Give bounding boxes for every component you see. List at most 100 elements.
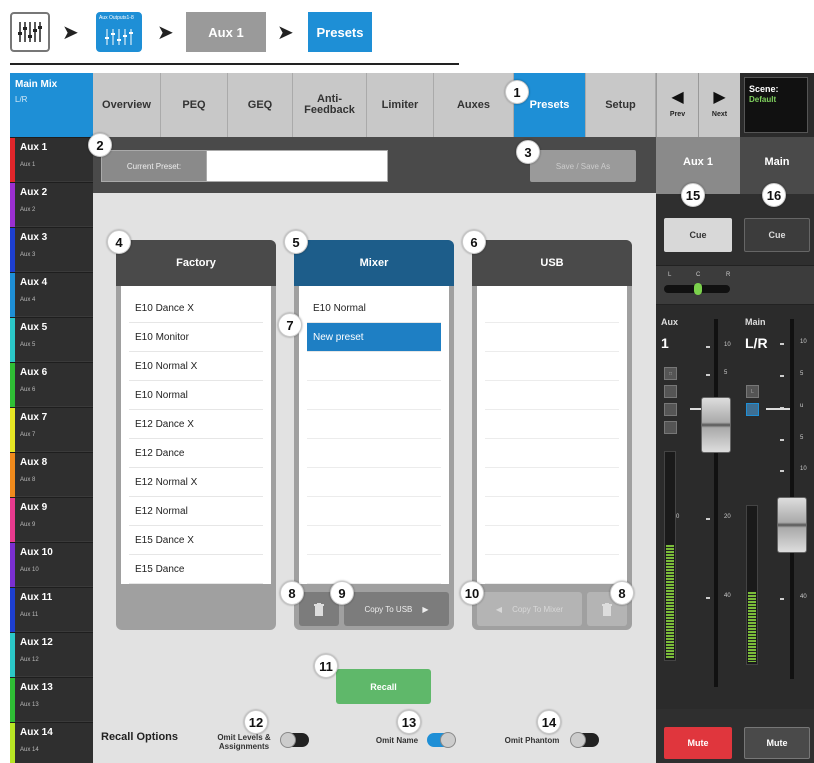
strip-button[interactable] [664, 385, 677, 398]
mixer-icon[interactable] [10, 12, 50, 52]
preset-list-item[interactable]: E12 Dance [129, 439, 263, 468]
sidebar-item-aux[interactable]: Aux 4 Aux 4 [10, 272, 93, 317]
trash-icon [314, 602, 324, 616]
sidebar-item-aux[interactable]: Aux 8 Aux 8 [10, 452, 93, 497]
prev-button[interactable]: ◀ Prev [656, 73, 698, 137]
list-divider [485, 322, 619, 323]
sidebar-item-title: Aux 3 [20, 232, 48, 243]
sidebar-item-color [10, 453, 15, 497]
sidebar-item-aux[interactable]: Aux 12 Aux 12 [10, 632, 93, 677]
fader-scale-tick [706, 346, 710, 348]
pan-right-label: R [726, 272, 731, 278]
app-window: Main Mix L/R Aux 1 Aux 1 Aux 2 Aux 2 Aux 3 Au… [10, 73, 814, 763]
sidebar-item-color [10, 183, 15, 227]
callout-marker: 6 [462, 230, 486, 254]
callout-marker: 16 [762, 183, 786, 207]
fader-scale-tick [706, 518, 710, 520]
preset-list-item[interactable]: New preset [307, 323, 441, 352]
copy-to-mixer-button[interactable]: ◀ Copy To Mixer [477, 592, 582, 626]
preset-list-item[interactable]: E10 Normal [307, 294, 441, 323]
sidebar-item-aux[interactable]: Aux 6 Aux 6 [10, 362, 93, 407]
fader-scale-label: 20 [724, 514, 731, 520]
sidebar-item-color [10, 723, 15, 763]
sidebar-item-title: Aux 6 [20, 367, 48, 378]
pan-center-label: C [696, 272, 701, 278]
aux-outputs-icon[interactable]: Aux Outputs1-8 [96, 12, 142, 52]
preset-list-item[interactable]: E15 Dance [129, 555, 263, 584]
strip-button[interactable]: □ [664, 367, 677, 380]
strip-button[interactable] [746, 403, 759, 416]
sidebar-item-aux[interactable]: Aux 11 Aux 11 [10, 587, 93, 632]
copy-to-mixer-label: Copy To Mixer [512, 604, 564, 614]
preset-list-item[interactable]: E10 Monitor [129, 323, 263, 352]
cue-button[interactable]: Cue [744, 218, 810, 252]
triangle-left-icon: ◀ [495, 604, 503, 614]
sidebar-item-aux[interactable]: Aux 14 Aux 14 [10, 722, 93, 763]
strip-button[interactable] [664, 403, 677, 416]
omit-name-toggle[interactable] [427, 732, 456, 748]
sidebar-item-sub: Aux 1 [20, 162, 36, 168]
next-button[interactable]: ▶ Next [698, 73, 740, 137]
copy-to-usb-button[interactable]: Copy To USB ▶ [344, 592, 449, 626]
omit-phantom-toggle[interactable] [570, 732, 599, 748]
scene-button[interactable]: Scene: Default [744, 77, 808, 133]
mute-button[interactable]: Mute [744, 727, 810, 759]
preset-list-item[interactable]: E15 Dance X [129, 526, 263, 555]
strip-button[interactable]: L [746, 385, 759, 398]
sidebar-item-main-mix[interactable]: Main Mix L/R [10, 73, 93, 137]
sidebar-item-aux[interactable]: Aux 10 Aux 10 [10, 542, 93, 587]
factory-panel: Factory E10 Dance X E10 Monitor E10 Normal… [116, 240, 276, 630]
save-as-button[interactable]: Save / Save As [530, 150, 636, 182]
callout-marker: 14 [537, 710, 561, 734]
callout-marker: 15 [681, 183, 705, 207]
usb-header: USB [472, 240, 632, 286]
tab-auxes[interactable]: Auxes [434, 73, 514, 137]
preset-list-item[interactable]: E12 Normal [129, 497, 263, 526]
sidebar-item-sub: Aux 9 [20, 522, 36, 528]
preset-list-item[interactable]: E12 Normal X [129, 468, 263, 497]
sidebar-item-aux[interactable]: Aux 2 Aux 2 [10, 182, 93, 227]
preset-list-item[interactable]: E10 Normal [129, 381, 263, 410]
mute-button[interactable]: Mute [664, 727, 732, 759]
preset-list-item[interactable]: E12 Dance X [129, 410, 263, 439]
sidebar-item-aux[interactable]: Aux 1 Aux 1 [10, 137, 93, 182]
tab-setup[interactable]: Setup [586, 73, 656, 137]
callout-marker: 12 [244, 710, 268, 734]
cue-button[interactable]: Cue [664, 218, 732, 252]
tab-limiter[interactable]: Limiter [367, 73, 434, 137]
list-divider [307, 583, 441, 584]
sidebar-item-color [10, 498, 15, 542]
sidebar-item-sub: Aux 7 [20, 432, 36, 438]
sidebar-item-title: Aux 7 [20, 412, 48, 423]
fader-knob[interactable] [777, 497, 807, 553]
recall-button[interactable]: Recall [336, 669, 431, 704]
sidebar-item-color [10, 678, 15, 722]
list-divider [485, 409, 619, 410]
tab-overview[interactable]: Overview [93, 73, 161, 137]
sidebar: Main Mix L/R Aux 1 Aux 1 Aux 2 Aux 2 Aux 3 Au… [10, 73, 93, 763]
tab-anti-feedback[interactable]: Anti- Feedback [293, 73, 367, 137]
fader-knob[interactable] [701, 397, 731, 453]
strip-button[interactable] [664, 421, 677, 434]
triangle-right-icon: ▶ [422, 604, 429, 614]
pan-slider-handle[interactable] [694, 283, 702, 295]
sidebar-item-title: Main Mix [15, 79, 58, 90]
tab-geq[interactable]: GEQ [228, 73, 293, 137]
sidebar-item-aux[interactable]: Aux 9 Aux 9 [10, 497, 93, 542]
preset-list-item[interactable]: E10 Normal X [129, 352, 263, 381]
breadcrumb-presets[interactable]: Presets [308, 12, 372, 52]
sidebar-item-aux[interactable]: Aux 3 Aux 3 [10, 227, 93, 272]
sidebar-item-sub: Aux 14 [20, 747, 39, 753]
chevron-right-icon: ➤ [157, 20, 174, 44]
pan-control[interactable]: L C R [656, 265, 740, 305]
omit-levels-toggle[interactable] [280, 732, 309, 748]
sidebar-item-aux[interactable]: Aux 13 Aux 13 [10, 677, 93, 722]
sidebar-item-aux[interactable]: Aux 7 Aux 7 [10, 407, 93, 452]
sidebar-item-color [10, 138, 15, 182]
chevron-right-icon: ➤ [277, 20, 294, 44]
breadcrumb-aux-1[interactable]: Aux 1 [186, 12, 266, 52]
tab-peq[interactable]: PEQ [161, 73, 228, 137]
preset-list-item[interactable]: E10 Dance X [129, 294, 263, 323]
current-preset-field[interactable] [206, 150, 388, 182]
sidebar-item-aux[interactable]: Aux 5 Aux 5 [10, 317, 93, 362]
